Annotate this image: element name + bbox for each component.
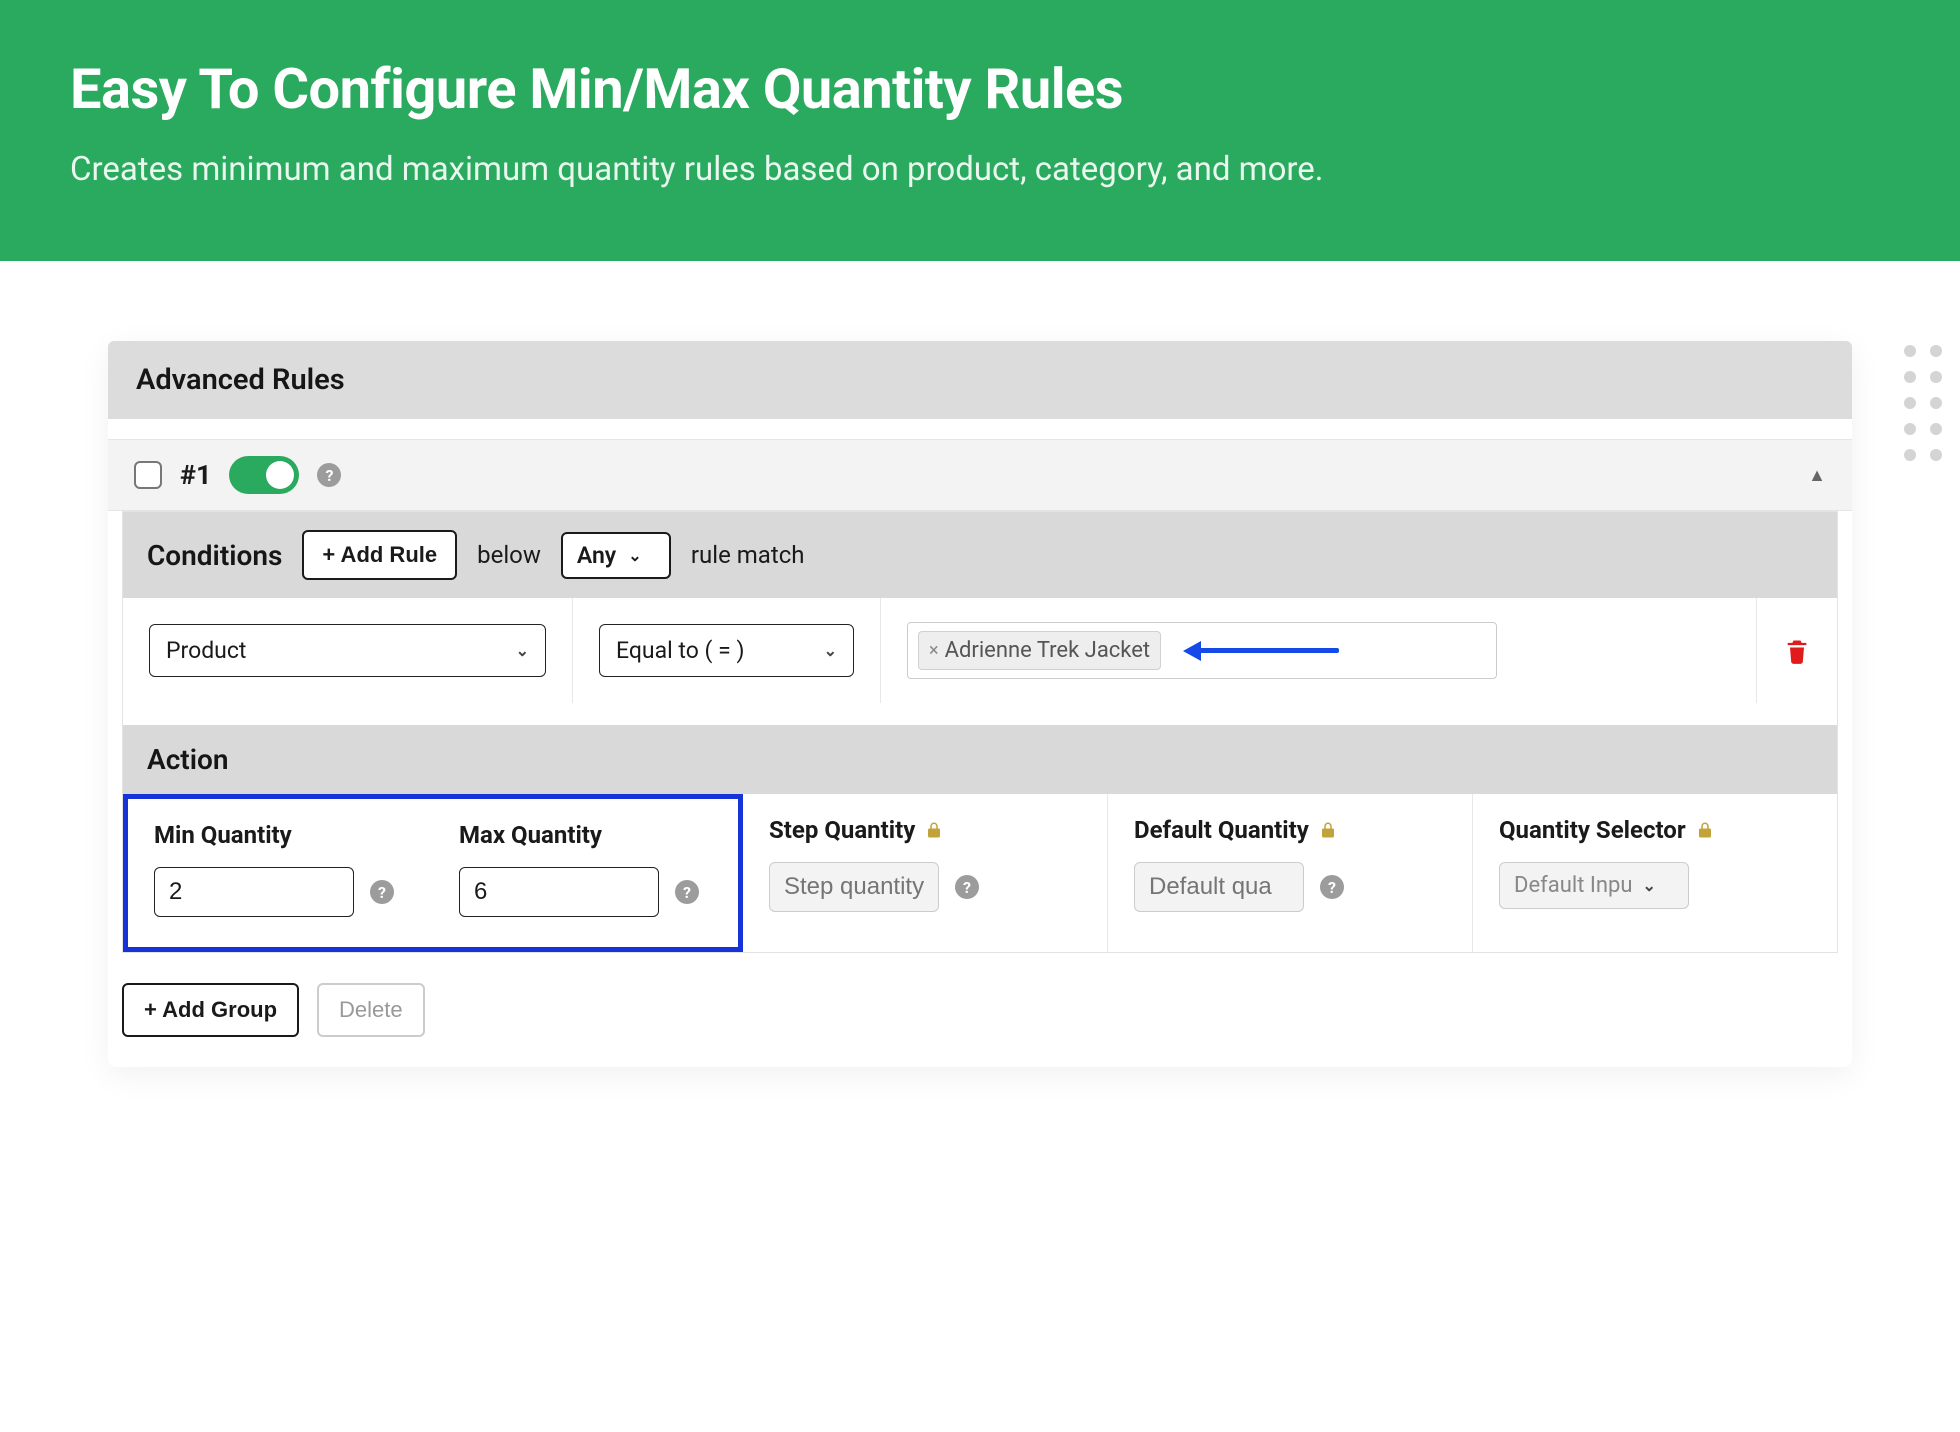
help-icon[interactable]: ? <box>675 880 699 904</box>
help-icon[interactable]: ? <box>1320 875 1344 899</box>
max-quantity-cell: Max Quantity ? <box>433 799 738 947</box>
conditions-header: Conditions + Add Rule below Any ⌄ rule m… <box>123 512 1837 598</box>
conditions-title: Conditions <box>147 539 282 572</box>
collapse-icon[interactable]: ▲ <box>1808 465 1826 486</box>
minmax-highlight: Min Quantity ? Max Quantity ? <box>123 794 743 952</box>
condition-operator-value: Equal to ( = ) <box>616 637 744 664</box>
rule-enable-toggle[interactable] <box>229 456 299 494</box>
add-rule-button[interactable]: + Add Rule <box>302 530 457 580</box>
default-quantity-input <box>1134 862 1304 912</box>
condition-operator-select[interactable]: Equal to ( = ) ⌄ <box>599 624 854 677</box>
chevron-down-icon: ⌄ <box>824 641 837 660</box>
rule-match-label: rule match <box>691 541 805 569</box>
hero-banner: Easy To Configure Min/Max Quantity Rules… <box>0 0 1960 261</box>
chevron-down-icon: ⌄ <box>628 546 641 565</box>
quantity-selector-label: Quantity Selector <box>1499 816 1686 844</box>
lock-icon <box>925 820 943 840</box>
rule-header-bar: #1 ? ▲ <box>108 439 1852 511</box>
panel-footer: + Add Group Delete <box>108 953 1852 1067</box>
max-quantity-label: Max Quantity <box>459 821 712 849</box>
annotation-arrow <box>1183 641 1339 661</box>
hero-subtitle: Creates minimum and maximum quantity rul… <box>70 150 1890 189</box>
conditions-below-label: below <box>477 541 541 569</box>
close-icon[interactable]: × <box>929 640 939 661</box>
min-quantity-cell: Min Quantity ? <box>128 799 433 947</box>
quantity-selector-cell: Quantity Selector Default Inpu ⌄ <box>1473 794 1837 952</box>
step-quantity-input <box>769 862 939 912</box>
rule-body: Conditions + Add Rule below Any ⌄ rule m… <box>122 511 1838 953</box>
advanced-rules-panel: Advanced Rules #1 ? ▲ Conditions + Add R… <box>108 341 1852 1067</box>
rule-number: #1 <box>180 459 211 491</box>
min-quantity-input[interactable] <box>154 867 354 917</box>
chevron-down-icon: ⌄ <box>516 641 529 660</box>
condition-row: Product ⌄ Equal to ( = ) ⌄ × Adrienne Tr… <box>123 598 1837 703</box>
action-row: Min Quantity ? Max Quantity ? <box>123 794 1837 952</box>
panel-header: Advanced Rules <box>108 341 1852 419</box>
match-mode-select[interactable]: Any ⌄ <box>561 532 671 579</box>
help-icon[interactable]: ? <box>370 880 394 904</box>
min-quantity-label: Min Quantity <box>154 821 407 849</box>
trash-icon[interactable] <box>1783 637 1811 665</box>
step-quantity-label: Step Quantity <box>769 816 915 844</box>
add-group-button[interactable]: + Add Group <box>122 983 299 1037</box>
action-header: Action <box>123 725 1837 794</box>
help-icon[interactable]: ? <box>955 875 979 899</box>
hero-title: Easy To Configure Min/Max Quantity Rules <box>70 56 1890 122</box>
condition-attribute-select[interactable]: Product ⌄ <box>149 624 546 677</box>
step-quantity-cell: Step Quantity ? <box>743 794 1108 952</box>
delete-button[interactable]: Delete <box>317 983 425 1037</box>
condition-value-tagbox[interactable]: × Adrienne Trek Jacket <box>907 622 1497 679</box>
condition-attribute-value: Product <box>166 637 246 664</box>
lock-icon <box>1319 820 1337 840</box>
value-tag-label: Adrienne Trek Jacket <box>945 638 1151 663</box>
default-quantity-cell: Default Quantity ? <box>1108 794 1473 952</box>
value-tag[interactable]: × Adrienne Trek Jacket <box>918 631 1161 670</box>
quantity-selector-select: Default Inpu ⌄ <box>1499 862 1689 909</box>
quantity-selector-value: Default Inpu <box>1514 873 1632 898</box>
chevron-down-icon: ⌄ <box>1642 876 1655 895</box>
rule-select-checkbox[interactable] <box>134 461 162 489</box>
lock-icon <box>1696 820 1714 840</box>
default-quantity-label: Default Quantity <box>1134 816 1309 844</box>
decorative-dots <box>1904 345 1942 461</box>
help-icon[interactable]: ? <box>317 463 341 487</box>
match-mode-value: Any <box>577 542 616 569</box>
max-quantity-input[interactable] <box>459 867 659 917</box>
